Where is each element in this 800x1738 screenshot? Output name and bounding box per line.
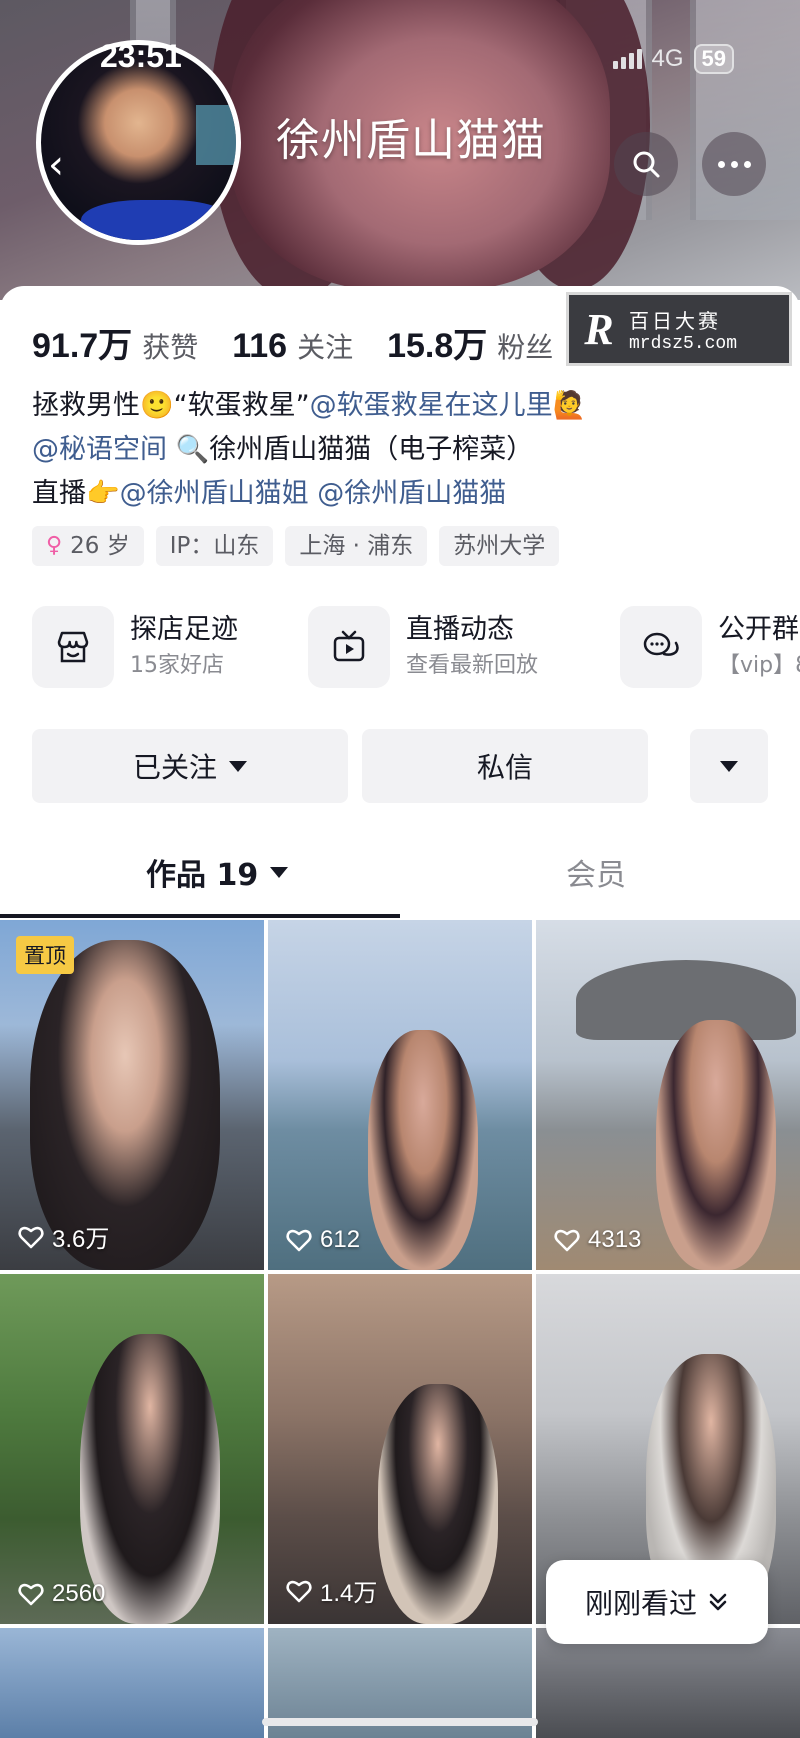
store-icon (32, 606, 114, 688)
more-button[interactable] (702, 132, 766, 196)
like-count: 4313 (554, 1226, 641, 1254)
video-tile[interactable] (0, 1628, 264, 1738)
shortcuts-row: 探店足迹 15家好店 直播动态 查看最新回放 公开群 【vip】8 (32, 606, 800, 692)
stats-row: 91.7万 获赞 116 关注 15.8万 粉丝 (32, 318, 587, 367)
umbrella-thumbnail (576, 960, 796, 1040)
watermark: R 百日大赛 mrdsz5.com (566, 292, 792, 366)
content-tabs: 作品 19 会员 (0, 839, 800, 913)
following-count[interactable]: 116 (232, 327, 287, 366)
video-tile[interactable]: 4313 (536, 920, 800, 1270)
followers-label: 粉丝 (497, 331, 554, 364)
bio-text: “软蛋救星” (173, 390, 310, 421)
video-tile[interactable]: 612 (268, 920, 532, 1270)
heart-icon (18, 1583, 44, 1606)
video-thumbnail (378, 1384, 498, 1624)
bio: 拯救男性🙂“软蛋救星”@软蛋救星在这儿里🙋 @秘语空间 🔍徐州盾山猫猫（电子榨菜… (32, 384, 772, 516)
followers-count[interactable]: 15.8万 (387, 318, 487, 367)
action-buttons: 已关注 私信 (32, 729, 768, 803)
shortcut-store-visits[interactable]: 探店足迹 15家好店 (32, 606, 238, 688)
shortcut-title: 探店足迹 (130, 614, 238, 645)
tag-ip: IP：山东 (155, 526, 274, 566)
shortcut-subtitle: 查看最新回放 (406, 653, 539, 678)
tag-school[interactable]: 苏州大学 (439, 526, 560, 566)
status-bar: 4G 59 (612, 44, 734, 74)
more-actions-button[interactable] (690, 729, 768, 803)
double-chevron-down-icon (709, 1593, 727, 1611)
video-thumbnail (656, 1020, 776, 1270)
home-indicator (262, 1718, 538, 1726)
caret-down-icon (720, 760, 738, 772)
profile-tags: ♀ 26 岁 IP：山东 上海 · 浦东 苏州大学 (32, 526, 560, 566)
chat-bubbles-icon (620, 606, 702, 688)
battery-icon: 59 (693, 44, 734, 74)
tab-member[interactable]: 会员 (566, 839, 626, 905)
tab-works[interactable]: 作品 19 (146, 839, 289, 905)
heart-icon (18, 1226, 44, 1248)
video-tile[interactable] (536, 1628, 800, 1738)
caret-down-icon (270, 866, 289, 878)
tag-location[interactable]: 上海 · 浦东 (285, 526, 428, 566)
heart-icon (554, 1229, 580, 1252)
likes-label: 获赞 (142, 331, 199, 364)
tv-icon (308, 606, 390, 688)
search-button[interactable] (614, 132, 678, 196)
shortcut-group[interactable]: 公开群 【vip】8 (620, 606, 800, 688)
video-tile[interactable]: 1.4万 (268, 1274, 532, 1624)
tag-age: ♀ 26 岁 (32, 526, 144, 566)
profile-banner: 23:51 4G 59 ‹ 徐州盾山猫猫 (0, 0, 800, 300)
video-tile[interactable]: 置顶 3.6万 (0, 920, 264, 1270)
like-count: 3.6万 (18, 1219, 109, 1254)
following-label: 关注 (297, 331, 354, 364)
mention-link[interactable]: @徐州盾山猫猫 (317, 478, 506, 509)
recently-viewed-button[interactable]: 刚刚看过 (546, 1560, 768, 1644)
shortcut-subtitle: 15家好店 (130, 653, 224, 678)
message-button[interactable]: 私信 (362, 729, 648, 803)
emoji-icon: 🙂 (140, 390, 174, 421)
network-type: 4G (651, 45, 684, 72)
shortcut-live[interactable]: 直播动态 查看最新回放 (308, 606, 538, 688)
shortcut-title: 直播动态 (406, 614, 514, 645)
status-time: 23:51 (100, 38, 182, 74)
female-icon: ♀ (46, 533, 63, 558)
like-count: 2560 (18, 1580, 105, 1608)
video-tile[interactable]: 2560 (0, 1274, 264, 1624)
bio-text: 🔍徐州盾山猫猫（电子榨菜） (175, 434, 534, 465)
mention-link[interactable]: @软蛋救星在这儿里 (310, 390, 553, 421)
tab-indicator (0, 914, 400, 918)
heart-icon (286, 1229, 312, 1252)
watermark-line1: 百日大赛 (629, 308, 721, 333)
signal-icon (612, 49, 642, 69)
search-icon (633, 151, 660, 178)
like-count: 612 (286, 1226, 360, 1254)
bio-text: 直播👉 (32, 478, 120, 509)
followed-button[interactable]: 已关注 (32, 729, 348, 803)
mention-link[interactable]: @徐州盾山猫姐 (120, 478, 309, 509)
more-dots-icon (717, 160, 751, 168)
shortcut-title: 公开群 (718, 614, 799, 645)
like-count: 1.4万 (286, 1573, 377, 1608)
watermark-logo: R (584, 304, 614, 354)
heart-icon (286, 1580, 312, 1602)
back-icon[interactable]: ‹ (48, 142, 64, 188)
likes-count[interactable]: 91.7万 (32, 318, 132, 367)
emoji-icon: 🙋 (552, 390, 587, 421)
shortcut-subtitle: 【vip】8 (718, 653, 800, 678)
caret-down-icon (229, 760, 247, 772)
bio-text: 拯救男性 (32, 390, 140, 421)
profile-name: 徐州盾山猫猫 (276, 115, 546, 166)
pinned-badge: 置顶 (16, 936, 74, 974)
video-thumbnail (368, 1030, 478, 1270)
mention-link[interactable]: @秘语空间 (32, 434, 167, 465)
watermark-line2: mrdsz5.com (629, 333, 738, 354)
